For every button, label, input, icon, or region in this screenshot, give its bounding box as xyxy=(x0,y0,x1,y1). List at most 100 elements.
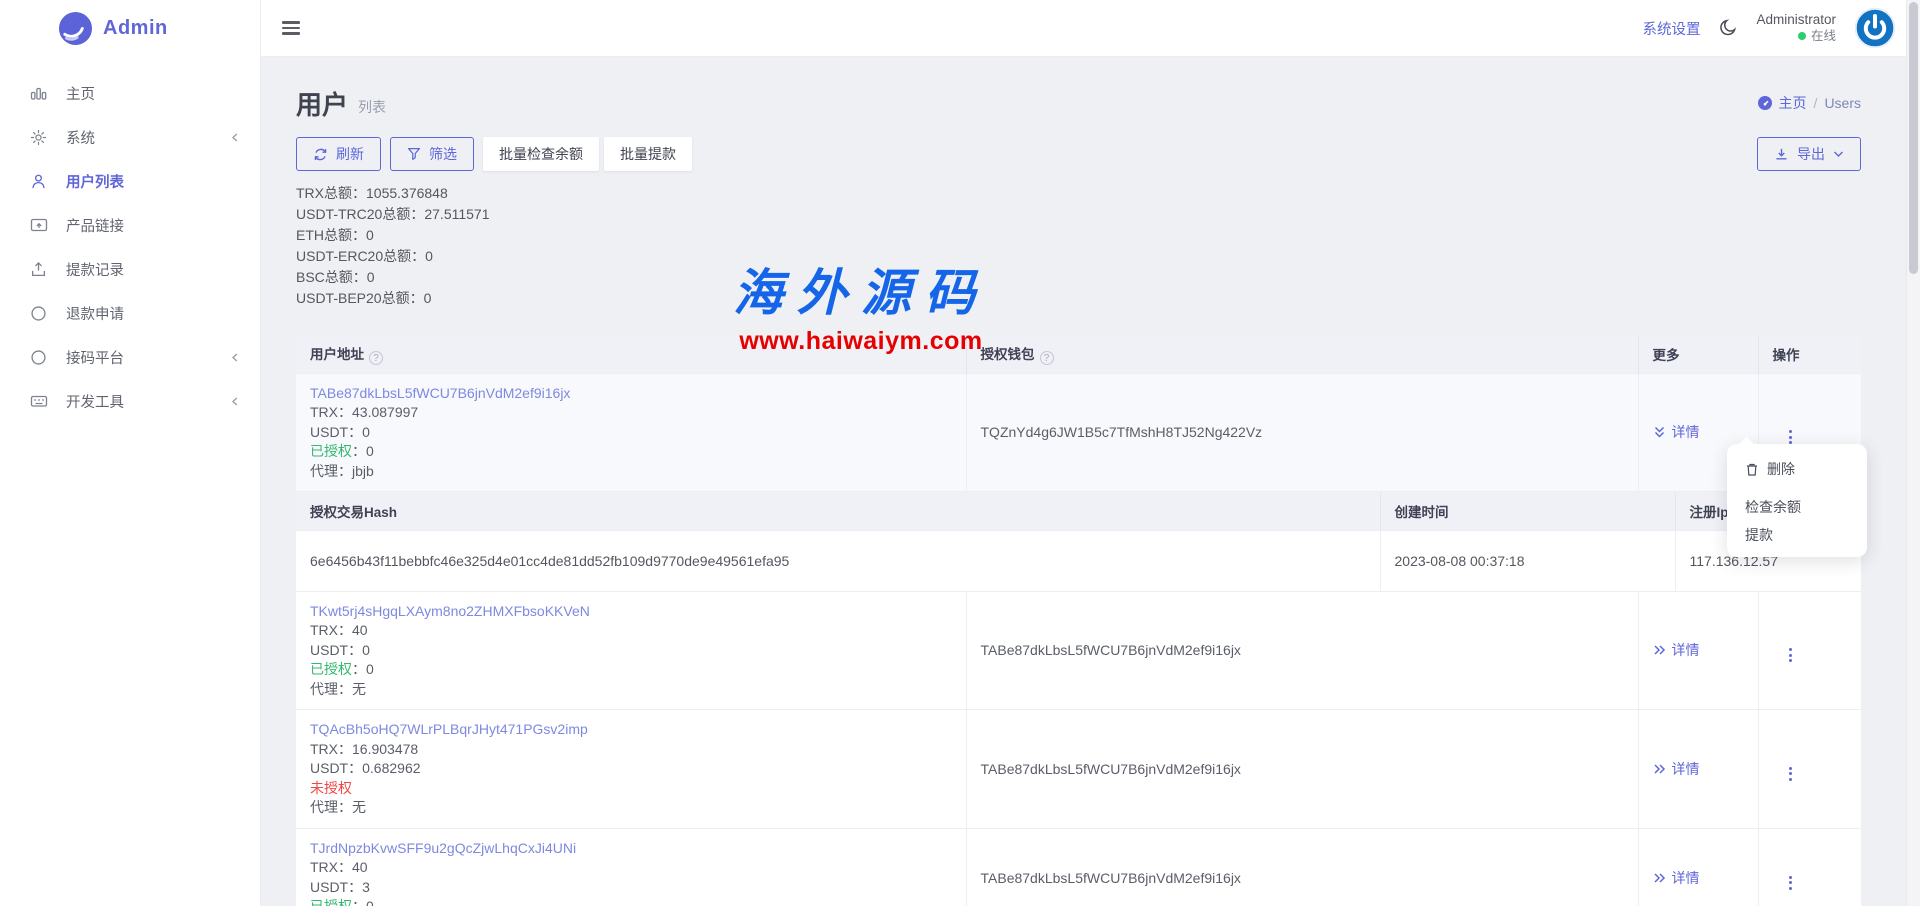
chevron-down-icon xyxy=(1833,150,1844,158)
breadcrumb-separator: / xyxy=(1814,95,1818,111)
refresh-button[interactable]: 刷新 xyxy=(296,137,381,171)
sidebar-item-label: 用户列表 xyxy=(66,171,124,192)
auth-status: 已授权 xyxy=(310,661,352,677)
totals-summary: TRX总额：1055.376848 USDT-TRC20总额：27.511571… xyxy=(296,183,1861,309)
help-icon[interactable] xyxy=(369,351,383,365)
scrollbar-thumb[interactable] xyxy=(1909,2,1918,274)
stat-value: 0 xyxy=(366,227,374,243)
filter-funnel-icon xyxy=(407,147,421,161)
trash-icon xyxy=(1745,462,1759,477)
row-actions-menu-button[interactable] xyxy=(1789,876,1792,890)
col-header-wallet: 授权钱包 xyxy=(966,335,1638,373)
authorization-header-row: 授权交易Hash 创建时间 注册Ip xyxy=(296,492,1861,530)
row-actions-menu-button[interactable] xyxy=(1789,767,1792,781)
dashboard-icon xyxy=(1757,95,1773,111)
sidebar-item-users[interactable]: 用户列表 xyxy=(0,159,260,203)
sidebar-item-product-links[interactable]: 产品链接 xyxy=(0,203,260,247)
sidebar-item-dev-tools[interactable]: 开发工具 xyxy=(0,379,260,423)
double-chevron-right-icon xyxy=(1653,763,1666,775)
row-actions-menu-button[interactable] xyxy=(1789,430,1792,444)
double-chevron-right-icon xyxy=(1653,644,1666,656)
sidebar-item-home[interactable]: 主页 xyxy=(0,71,260,115)
table-row: TQAcBh5oHQ7WLrPLBqrJHyt471PGsv2imp TRX：1… xyxy=(296,710,1861,829)
sidebar-item-label: 接码平台 xyxy=(66,347,124,368)
batch-withdraw-button[interactable]: 批量提款 xyxy=(604,137,692,171)
user-address-link[interactable]: TJrdNpzbKvwSFF9u2gQcZjwLhqCxJi4UNi xyxy=(310,839,952,859)
stat-value: 0 xyxy=(367,269,375,285)
download-icon xyxy=(1774,147,1789,162)
detail-toggle[interactable]: 详情 xyxy=(1653,868,1700,888)
stat-value: 0 xyxy=(424,290,432,306)
detail-toggle-expanded[interactable]: 详情 xyxy=(1653,422,1700,442)
detail-toggle[interactable]: 详情 xyxy=(1653,759,1700,779)
breadcrumb-home-link[interactable]: 主页 xyxy=(1757,93,1807,113)
batch-check-balance-button[interactable]: 批量检查余额 xyxy=(483,137,599,171)
filter-button[interactable]: 筛选 xyxy=(390,137,474,171)
online-label: 在线 xyxy=(1811,29,1836,45)
menu-item-withdraw[interactable]: 提款 xyxy=(1727,521,1867,549)
menu-item-delete[interactable]: 删除 xyxy=(1727,454,1867,484)
authorization-row: 6e6456b43f11bebbfc46e325d4e01cc4de81dd52… xyxy=(296,530,1861,591)
menu-item-check-balance[interactable]: 检查余额 xyxy=(1727,493,1867,521)
stat-line: BSC总额：0 xyxy=(296,267,1861,288)
top-header: 系统设置 Administrator 在线 xyxy=(261,0,1906,57)
refresh-icon xyxy=(313,147,328,162)
tx-hash: 6e6456b43f11bebbfc46e325d4e01cc4de81dd52… xyxy=(296,530,1380,591)
system-settings-link[interactable]: 系统设置 xyxy=(1642,18,1700,39)
stat-label: USDT-TRC20总额： xyxy=(296,206,424,222)
breadcrumb: 主页 / Users xyxy=(1757,93,1861,113)
sidebar-item-system[interactable]: 系统 xyxy=(0,115,260,159)
user-status: 在线 xyxy=(1756,29,1836,45)
sidebar-toggle-button[interactable] xyxy=(282,21,300,34)
col-header-more: 更多 xyxy=(1638,335,1758,373)
table-row: TKwt5rj4sHgqLXAym8no2ZHMXFbsoKKVeN TRX：4… xyxy=(296,591,1861,710)
users-table-header-row: 用户地址 授权钱包 更多 操作 xyxy=(296,335,1861,373)
dark-mode-toggle[interactable] xyxy=(1718,18,1738,38)
auth-status: 未授权 xyxy=(310,780,352,796)
admin-page: Admin 主页 系统 用户列表 产品链接 提款记录 xyxy=(0,0,1920,906)
expanded-detail-row: 授权交易Hash 创建时间 注册Ip 6e6456b43f11bebbfc46e… xyxy=(296,492,1861,592)
stat-value: 0 xyxy=(425,248,433,264)
row-actions-dropdown: 删除 检查余额 提款 xyxy=(1727,444,1867,557)
stat-value: 27.511571 xyxy=(424,206,489,222)
sidebar-item-withdraw-records[interactable]: 提款记录 xyxy=(0,247,260,291)
vertical-scrollbar[interactable] xyxy=(1906,0,1920,906)
user-info: Administrator 在线 xyxy=(1756,12,1836,45)
help-icon[interactable] xyxy=(1040,351,1054,365)
stat-label: TRX总额： xyxy=(296,185,366,201)
table-row: TABe87dkLbsL5fWCU7B6jnVdM2ef9i16jx TRX：4… xyxy=(296,373,1861,492)
row-actions-menu-button[interactable] xyxy=(1789,648,1792,662)
main-content: 用户 列表 主页 / Users 刷新 筛选 批量检查余额 批量提款 xyxy=(261,57,1906,906)
export-button[interactable]: 导出 xyxy=(1757,137,1861,171)
page-title: 用户 xyxy=(296,85,348,122)
bar-chart-icon xyxy=(30,84,50,102)
stat-label: ETH总额： xyxy=(296,227,366,243)
user-name: Administrator xyxy=(1756,12,1836,29)
detail-toggle[interactable]: 详情 xyxy=(1653,640,1700,660)
user-address-link[interactable]: TQAcBh5oHQ7WLrPLBqrJHyt471PGsv2imp xyxy=(310,720,952,740)
logout-power-avatar[interactable] xyxy=(1854,7,1896,49)
user-address-link[interactable]: TKwt5rj4sHgqLXAym8no2ZHMXFbsoKKVeN xyxy=(310,602,952,622)
wallet-cell: TQZnYd4g6JW1B5c7TfMshH8TJ52Ng422Vz xyxy=(966,373,1638,492)
keyboard-icon xyxy=(30,392,50,410)
col-header-created: 创建时间 xyxy=(1380,492,1675,530)
stat-label: USDT-ERC20总额： xyxy=(296,248,425,264)
authorization-table: 授权交易Hash 创建时间 注册Ip 6e6456b43f11bebbfc46e… xyxy=(296,492,1861,591)
double-chevron-right-icon xyxy=(1653,872,1666,884)
table-row: TJrdNpzbKvwSFF9u2gQcZjwLhqCxJi4UNi TRX：4… xyxy=(296,828,1861,906)
sidebar-item-label: 产品链接 xyxy=(66,215,124,236)
auth-status: 已授权 xyxy=(310,443,352,459)
sidebar-item-refund-requests[interactable]: 退款申请 xyxy=(0,291,260,335)
col-header-actions: 操作 xyxy=(1758,335,1861,373)
brand[interactable]: Admin xyxy=(0,0,260,57)
wallet-cell: TABe87dkLbsL5fWCU7B6jnVdM2ef9i16jx xyxy=(966,828,1638,906)
sidebar-item-label: 提款记录 xyxy=(66,259,124,280)
sidebar-item-sms-platform[interactable]: 接码平台 xyxy=(0,335,260,379)
user-address-link[interactable]: TABe87dkLbsL5fWCU7B6jnVdM2ef9i16jx xyxy=(310,384,952,404)
sidebar: Admin 主页 系统 用户列表 产品链接 提款记录 xyxy=(0,0,261,906)
sidebar-item-label: 主页 xyxy=(66,83,95,104)
stat-label: USDT-BEP20总额： xyxy=(296,290,424,306)
circle-icon xyxy=(30,348,50,366)
stat-label: BSC总额： xyxy=(296,269,367,285)
brand-name: Admin xyxy=(103,17,168,40)
